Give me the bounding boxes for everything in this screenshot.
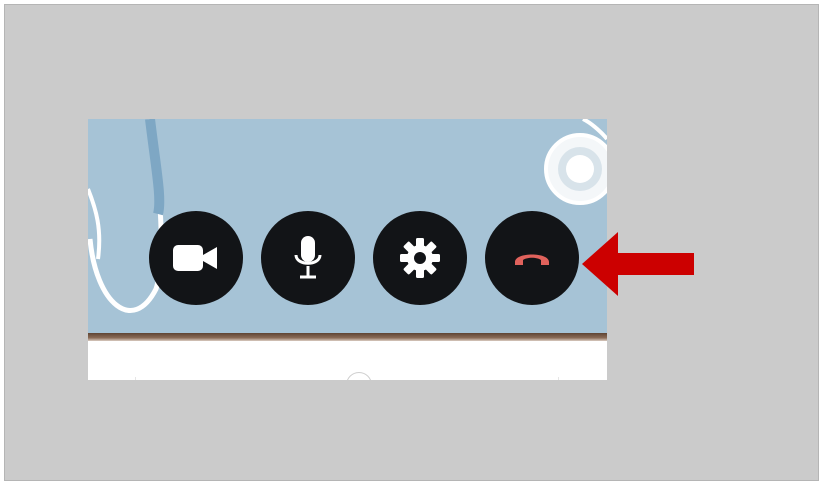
microphone-toggle-button[interactable] [261,211,355,305]
nav-tick-right [558,377,559,380]
end-call-button[interactable] [485,211,579,305]
video-call-screenshot [88,119,607,380]
camera-toggle-button[interactable] [149,211,243,305]
remote-video-area [88,119,607,333]
video-divider [88,333,607,341]
red-arrow-annotation [582,232,694,296]
video-camera-icon [173,243,219,273]
microphone-icon [293,236,323,280]
nav-tick-left [135,377,136,380]
hang-up-phone-icon [513,248,551,268]
bottom-navigation-area [88,341,607,380]
home-button[interactable] [346,372,372,380]
call-controls-bar [88,119,607,333]
settings-button[interactable] [373,211,467,305]
gear-icon [400,238,440,278]
